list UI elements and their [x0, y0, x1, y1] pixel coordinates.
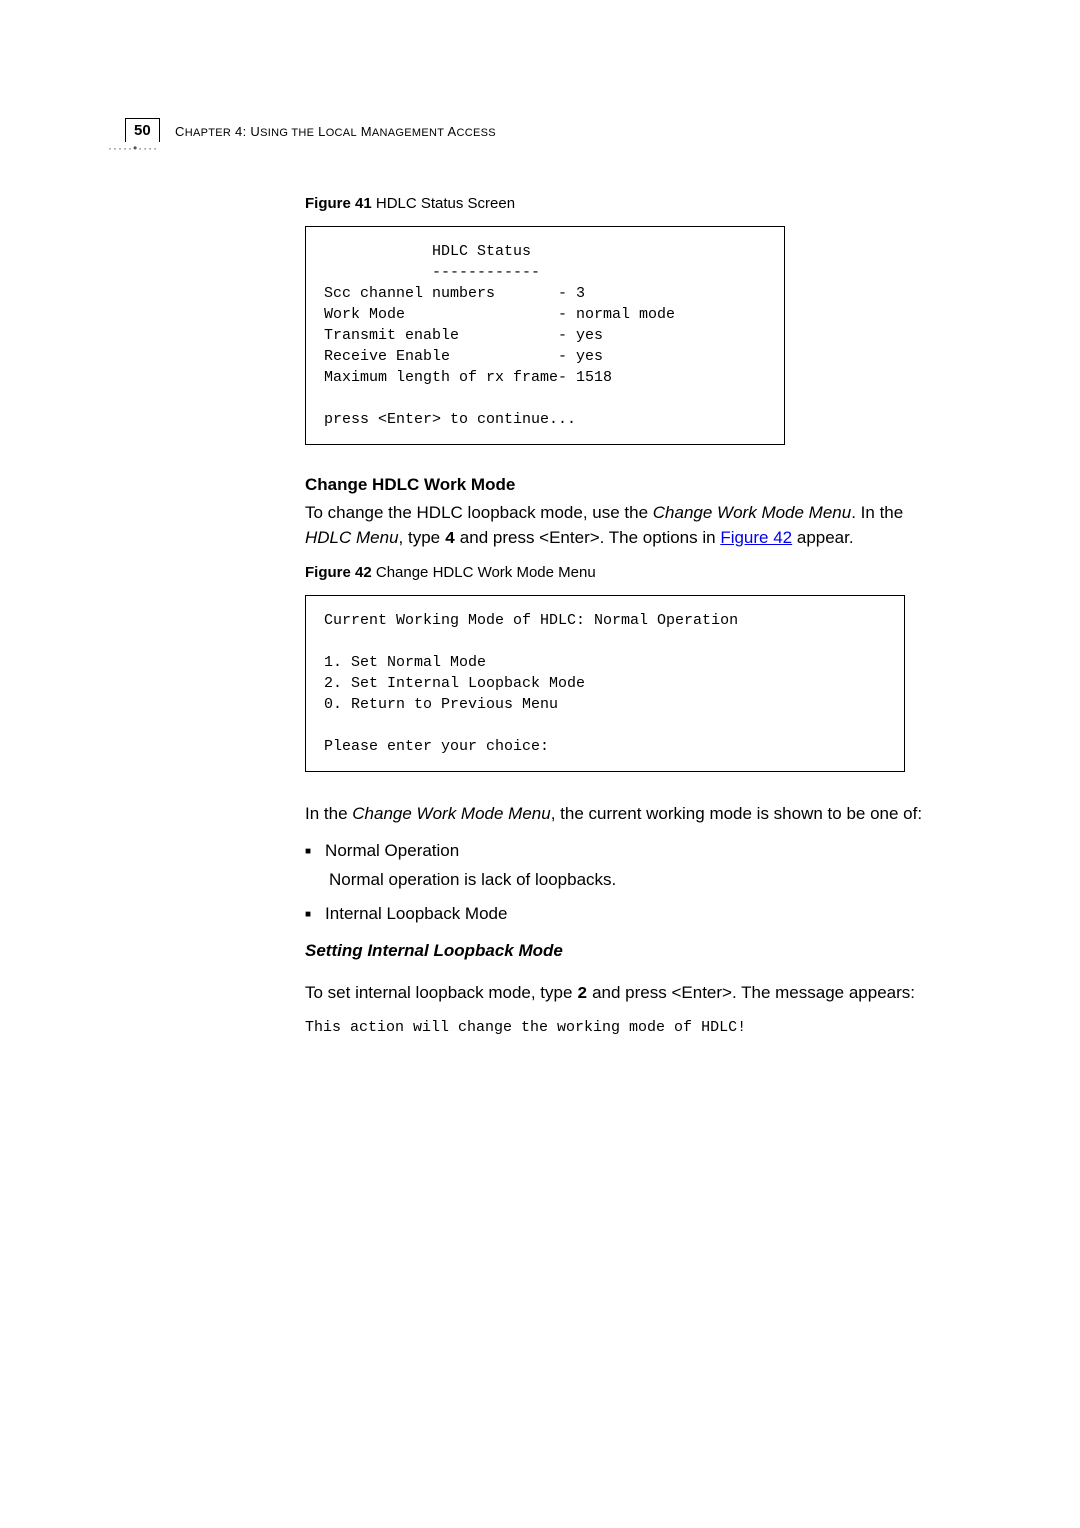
change-hdlc-heading: Change HDLC Work Mode: [305, 475, 945, 495]
text-fragment: . In the: [851, 503, 903, 522]
figure-42-link[interactable]: Figure 42: [720, 528, 792, 547]
text-bold-code: 2: [577, 985, 587, 1004]
figure-42-caption: Figure 42 Change HDLC Work Mode Menu: [305, 564, 945, 581]
bullet-square-icon: ■: [305, 845, 311, 864]
text-fragment: , the current working mode is shown to b…: [551, 804, 922, 823]
setting-loopback-paragraph: To set internal loopback mode, type 2 an…: [305, 981, 945, 1008]
hdlc-mode-change-message: This action will change the working mode…: [305, 1019, 945, 1036]
text-fragment: To change the HDLC loopback mode, use th…: [305, 503, 653, 522]
text-fragment: In the: [305, 804, 352, 823]
page-number: 50: [125, 118, 160, 142]
list-item: ■ Normal Operation: [305, 839, 945, 864]
text-italic: Change Work Mode Menu: [352, 804, 550, 823]
bullet-subtext: Normal operation is lack of loopbacks.: [329, 868, 945, 893]
decorative-dots-icon: ·····•····: [108, 141, 158, 155]
figure-42-label: Figure 42: [305, 564, 372, 581]
figure-42-title: Change HDLC Work Mode Menu: [372, 564, 596, 581]
text-italic: Change Work Mode Menu: [653, 503, 851, 522]
change-hdlc-paragraph: To change the HDLC loopback mode, use th…: [305, 501, 945, 552]
main-content: Figure 41 HDLC Status Screen HDLC Status…: [305, 195, 945, 1036]
bullet-text: Internal Loopback Mode: [325, 902, 507, 927]
working-mode-paragraph: In the Change Work Mode Menu, the curren…: [305, 802, 945, 827]
text-fragment: and press <Enter>. The message appears:: [587, 983, 915, 1002]
bullet-list: ■ Normal Operation Normal operation is l…: [305, 839, 945, 927]
chapter-header: CHAPTER 4: USING THE LOCAL MANAGEMENT AC…: [175, 124, 496, 139]
text-fragment: , type: [399, 528, 445, 547]
text-fragment: To set internal loopback mode, type: [305, 983, 577, 1002]
setting-loopback-heading: Setting Internal Loopback Mode: [305, 941, 945, 961]
text-fragment: appear.: [792, 528, 853, 547]
change-hdlc-code-block: Current Working Mode of HDLC: Normal Ope…: [305, 595, 905, 772]
figure-41-title: HDLC Status Screen: [372, 195, 515, 212]
text-bold-code: 4: [445, 530, 455, 549]
bullet-square-icon: ■: [305, 908, 311, 927]
figure-41-label: Figure 41: [305, 195, 372, 212]
list-item: ■ Internal Loopback Mode: [305, 902, 945, 927]
chapter-header-text: CHAPTER 4: USING THE LOCAL MANAGEMENT AC…: [175, 124, 496, 139]
text-fragment: and press <Enter>. The options in: [455, 528, 720, 547]
text-italic: HDLC Menu: [305, 528, 399, 547]
figure-41-caption: Figure 41 HDLC Status Screen: [305, 195, 945, 212]
bullet-text: Normal Operation: [325, 839, 459, 864]
hdlc-status-code-block: HDLC Status ------------ Scc channel num…: [305, 226, 785, 445]
